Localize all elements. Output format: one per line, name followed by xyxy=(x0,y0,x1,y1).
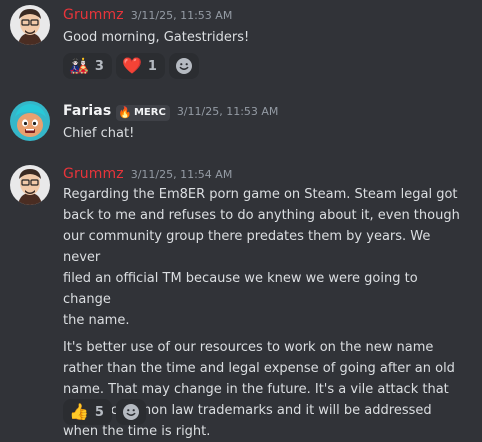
avatar[interactable] xyxy=(10,5,50,45)
reaction-count: 3 xyxy=(94,58,104,74)
fire-icon: 🔥 xyxy=(118,106,132,119)
anime-girl-emoji-icon: 🎎 xyxy=(69,56,89,75)
message-line: Good morning, Gatestriders! xyxy=(63,30,250,45)
avatar[interactable] xyxy=(10,165,50,205)
username[interactable]: Grummz xyxy=(63,7,124,23)
message-line: rather than the time and legal expense o… xyxy=(63,361,455,376)
smile-add-icon xyxy=(122,404,139,420)
timestamp: 3/11/25, 11:54 AM xyxy=(130,168,233,181)
reaction-anime-girl[interactable]: 🎎 3 xyxy=(63,53,112,79)
message-line: filed an official TM because we knew we … xyxy=(63,271,418,307)
username[interactable]: Grummz xyxy=(63,166,124,182)
message-line: back to me and refuses to do anything ab… xyxy=(63,208,460,223)
timestamp: 3/11/25, 11:53 AM xyxy=(176,105,279,118)
avatar[interactable] xyxy=(10,101,50,141)
message-line: Regarding the Em8ER porn game on Steam. … xyxy=(63,187,458,202)
add-reaction-button[interactable] xyxy=(168,53,199,79)
smile-add-icon xyxy=(175,58,192,74)
heart-emoji-icon: ❤️ xyxy=(121,56,142,75)
guild-tag-label: MERC xyxy=(133,107,166,118)
message-line: It's better use of our resources to work… xyxy=(63,340,434,355)
message-line: the name. xyxy=(63,313,130,328)
reaction-thumbs-up[interactable]: 👍 5 xyxy=(63,399,112,425)
thumbs-up-emoji-icon: 👍 xyxy=(69,402,89,421)
message-content: Good morning, Gatestriders! xyxy=(63,27,468,48)
message-line: our community group there predates them … xyxy=(63,229,431,265)
username[interactable]: Farias xyxy=(63,103,111,119)
reaction-heart[interactable]: ❤️ 1 xyxy=(115,53,165,79)
timestamp: 3/11/25, 11:53 AM xyxy=(130,9,233,22)
add-reaction-button[interactable] xyxy=(115,399,146,425)
message-content: Chief chat! xyxy=(63,123,468,144)
reactions-bar: 🎎 3 ❤️ 1 xyxy=(63,53,199,79)
reactions-bar: 👍 5 xyxy=(63,399,146,425)
reaction-count: 1 xyxy=(147,58,157,74)
guild-tag[interactable]: 🔥 MERC xyxy=(116,104,170,121)
message-line: name. That may change in the future. It'… xyxy=(63,382,449,397)
reaction-count: 5 xyxy=(94,404,104,420)
message-line: Chief chat! xyxy=(63,126,135,141)
